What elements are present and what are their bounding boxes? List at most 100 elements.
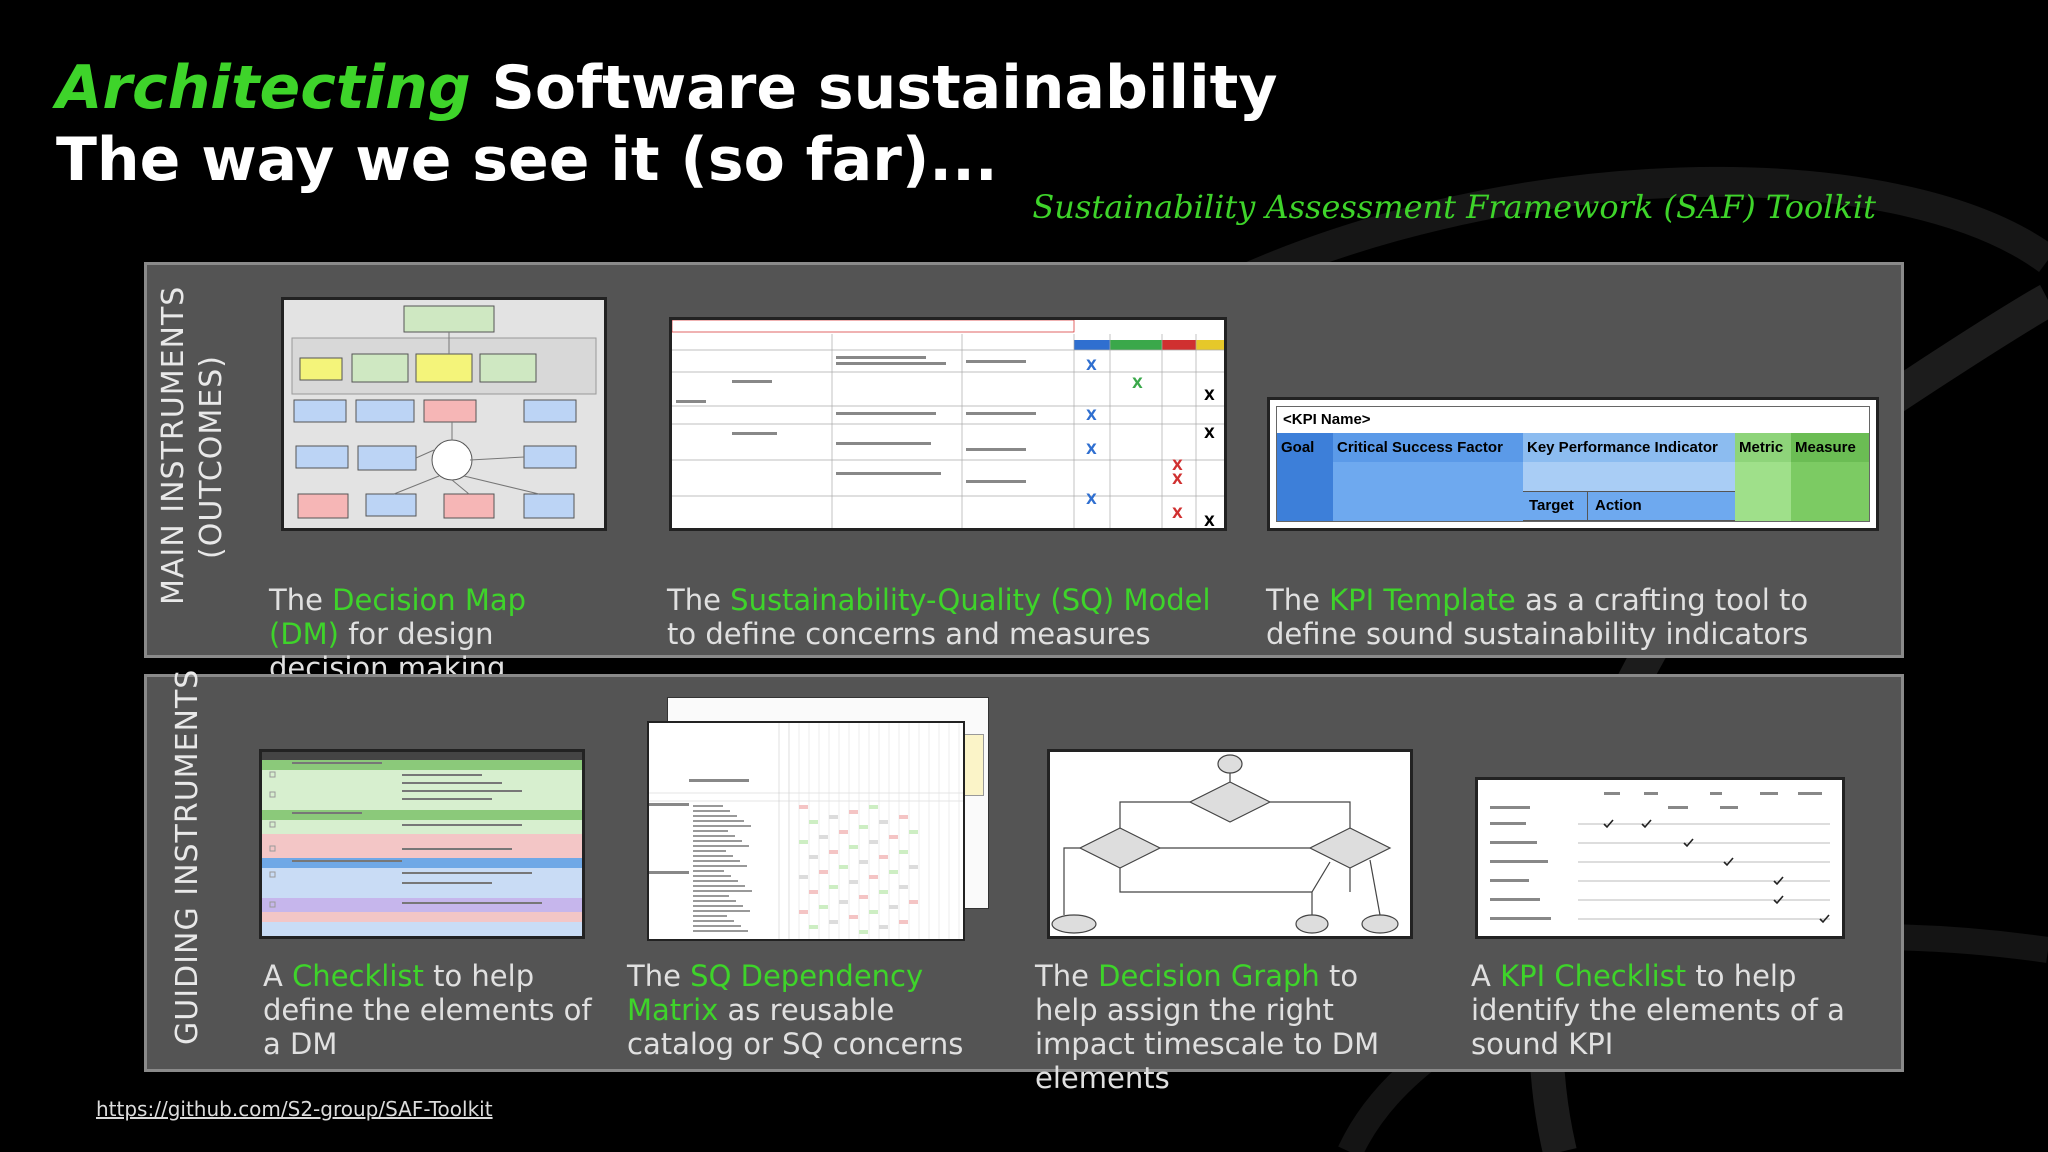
svg-text:X: X bbox=[1086, 492, 1097, 508]
matrix-cell bbox=[799, 875, 808, 879]
kpi-header-goal: Goal bbox=[1281, 439, 1315, 456]
kpi-subheader-action: Action bbox=[1595, 497, 1642, 514]
main-panel-label: MAIN INSTRUMENTS (OUTCOMES) bbox=[155, 285, 231, 605]
matrix-row-label bbox=[693, 905, 743, 907]
matrix-cell bbox=[859, 825, 868, 829]
matrix-cell bbox=[809, 855, 818, 859]
title-line-2: The way we see it (so far)... bbox=[56, 125, 998, 195]
sq-matrix-thumbnail[interactable] bbox=[647, 697, 989, 941]
kpi-template-caption: The KPI Template as a crafting tool to d… bbox=[1266, 583, 1886, 651]
decision-graph-caption: The Decision Graph to help assign the ri… bbox=[1035, 959, 1415, 1095]
matrix-row-label bbox=[693, 820, 744, 822]
title-accent: Architecting bbox=[56, 53, 471, 123]
kpi-col-kpi: Key Performance Indicator Target Action bbox=[1523, 433, 1736, 521]
matrix-cell bbox=[809, 890, 818, 894]
kpi-name-label: <KPI Name> bbox=[1277, 407, 1869, 434]
matrix-row-label bbox=[693, 845, 749, 847]
kpi-checklist-row-label bbox=[1490, 898, 1540, 901]
caption-highlight[interactable]: KPI Template bbox=[1329, 583, 1516, 617]
caption-pre: A bbox=[1471, 959, 1501, 993]
kpi-col-goal: Goal bbox=[1277, 433, 1334, 521]
matrix-row-label bbox=[693, 810, 730, 812]
kpi-checklist-table bbox=[1478, 780, 1842, 936]
sq-model-caption: The Sustainability-Quality (SQ) Model to… bbox=[667, 583, 1227, 651]
matrix-cell bbox=[869, 875, 878, 879]
decision-graph-thumbnail[interactable] bbox=[1047, 749, 1413, 939]
matrix-cell bbox=[809, 925, 818, 929]
main-instruments-panel: MAIN INSTRUMENTS (OUTCOMES) The Decision… bbox=[144, 262, 1904, 685]
main-panel-label-line1: MAIN INSTRUMENTS bbox=[156, 285, 191, 605]
matrix-cell bbox=[869, 910, 878, 914]
guiding-instruments-panel: GUIDING INSTRUMENTS A Checklist to help … bbox=[144, 668, 1904, 1095]
checklist-caption: A Checklist to help define the elements … bbox=[263, 959, 593, 1061]
caption-pre: The bbox=[667, 583, 731, 617]
kpi-checklist-thumbnail[interactable] bbox=[1475, 777, 1845, 939]
svg-text:X: X bbox=[1172, 472, 1183, 488]
kpi-checklist-caption: A KPI Checklist to help identify the ele… bbox=[1471, 959, 1851, 1061]
caption-pre: The bbox=[1266, 583, 1330, 617]
matrix-cell bbox=[869, 840, 878, 844]
matrix-cell bbox=[849, 915, 858, 919]
matrix-row-label bbox=[693, 815, 737, 817]
svg-text:X: X bbox=[1086, 358, 1097, 374]
matrix-cell bbox=[849, 810, 858, 814]
matrix-cell bbox=[879, 925, 888, 929]
kpi-header-measure: Measure bbox=[1791, 433, 1869, 462]
svg-text:X: X bbox=[1132, 376, 1143, 392]
sq-model-thumbnail[interactable]: XX XX XX XX XX X bbox=[669, 317, 1227, 531]
guide-panel-label: GUIDING INSTRUMENTS bbox=[170, 668, 205, 1045]
matrix-cell bbox=[829, 885, 838, 889]
caption-highlight[interactable]: Checklist bbox=[292, 959, 424, 993]
matrix-cell bbox=[819, 835, 828, 839]
decision-map-thumbnail[interactable] bbox=[281, 297, 607, 531]
matrix-cell bbox=[909, 865, 918, 869]
checklist-thumbnail[interactable] bbox=[259, 749, 585, 939]
caption-highlight[interactable]: Decision Graph bbox=[1098, 959, 1320, 993]
matrix-row-label bbox=[693, 855, 733, 857]
matrix-row-label bbox=[693, 910, 750, 912]
svg-text:X: X bbox=[1086, 408, 1097, 424]
matrix-cell bbox=[889, 905, 898, 909]
caption-pre: The bbox=[1035, 959, 1099, 993]
matrix-row-label bbox=[693, 895, 729, 897]
matrix-row-label bbox=[693, 920, 734, 922]
matrix-row-label bbox=[693, 865, 747, 867]
kpi-header-metric: Metric bbox=[1735, 433, 1791, 462]
svg-text:X: X bbox=[1172, 506, 1183, 522]
matrix-cell bbox=[859, 895, 868, 899]
matrix-cell bbox=[829, 850, 838, 854]
matrix-cell bbox=[829, 920, 838, 924]
slide-title: Architecting Software sustainability The… bbox=[56, 52, 1277, 196]
matrix-row-label bbox=[693, 870, 724, 872]
matrix-cell bbox=[819, 905, 828, 909]
title-rest: Software sustainability bbox=[470, 53, 1278, 123]
matrix-row-label bbox=[693, 930, 748, 932]
matrix-cell bbox=[899, 850, 908, 854]
matrix-row-label bbox=[693, 860, 740, 862]
sq-matrix-grid bbox=[649, 723, 963, 939]
matrix-cell bbox=[899, 885, 908, 889]
svg-text:X: X bbox=[1204, 514, 1215, 528]
matrix-row-label bbox=[693, 830, 728, 832]
kpi-checklist-row-label bbox=[1490, 860, 1548, 863]
matrix-cell bbox=[889, 835, 898, 839]
matrix-row-label bbox=[693, 825, 751, 827]
caption-highlight[interactable]: Sustainability-Quality (SQ) Model bbox=[730, 583, 1210, 617]
matrix-cell bbox=[869, 805, 878, 809]
matrix-cell bbox=[799, 805, 808, 809]
kpi-template-thumbnail[interactable]: <KPI Name> Goal Critical Success Factor … bbox=[1267, 397, 1879, 531]
matrix-cell bbox=[909, 830, 918, 834]
svg-text:X: X bbox=[1204, 388, 1215, 404]
matrix-cell bbox=[809, 820, 818, 824]
title-line-1: Architecting Software sustainability bbox=[56, 52, 1277, 124]
kpi-col-csf: Critical Success Factor bbox=[1333, 433, 1524, 521]
matrix-cell bbox=[879, 890, 888, 894]
matrix-row-label bbox=[693, 875, 731, 877]
github-link[interactable]: https://github.com/S2-group/SAF-Toolkit bbox=[96, 1097, 493, 1121]
caption-highlight[interactable]: KPI Checklist bbox=[1500, 959, 1686, 993]
matrix-cell bbox=[849, 845, 858, 849]
matrix-cell bbox=[889, 870, 898, 874]
matrix-row-label bbox=[693, 880, 738, 882]
kpi-col-measure: Measure bbox=[1791, 433, 1869, 521]
matrix-row-label bbox=[693, 835, 735, 837]
